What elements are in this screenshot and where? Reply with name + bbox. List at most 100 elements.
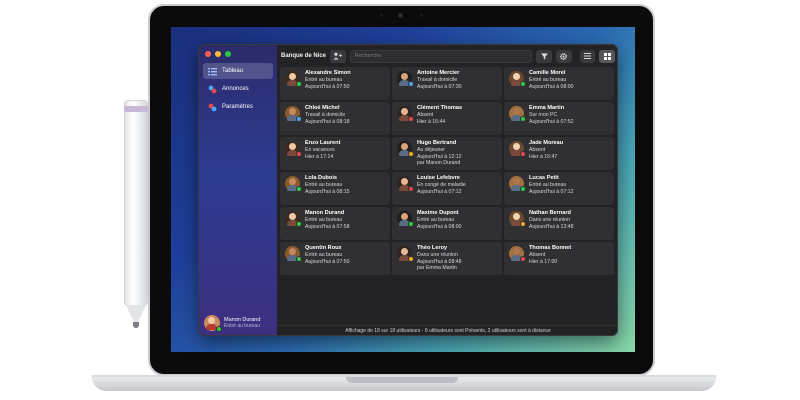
person-name: Lucas Petit xyxy=(529,175,559,181)
person-status: Entré au bureau xyxy=(305,252,343,258)
person-name: Antoine Mercier xyxy=(417,70,460,76)
sensor-dot xyxy=(380,14,383,17)
avatar xyxy=(397,141,414,157)
add-user-button[interactable] xyxy=(330,49,346,63)
status-badge xyxy=(408,186,414,192)
person-card[interactable]: Alexandre Simon Entré au bureau Aujourd'hu… xyxy=(280,67,390,100)
person-name: Nathan Bernard xyxy=(529,210,571,216)
status-badge xyxy=(296,151,302,157)
person-name: Hugo Bertrand xyxy=(417,140,457,146)
person-card[interactable]: Thomas Bonnet Absent Hier à 17:00 xyxy=(504,242,614,275)
person-time: Aujourd'hui à 07:50 xyxy=(305,258,350,265)
person-time: Aujourd'hui à 12:12 xyxy=(417,153,462,160)
settings-button[interactable] xyxy=(555,49,572,63)
avatar xyxy=(285,106,302,122)
sidebar: Tableau Annonces Paramètres Manon Durand… xyxy=(199,45,277,335)
person-card[interactable]: Lucas Petit Entré au bureau Aujourd'hui à … xyxy=(504,172,614,205)
person-card[interactable]: Louise Lefebvre En congé de maladie Aujour… xyxy=(392,172,502,205)
zoom-window-button[interactable] xyxy=(225,51,231,57)
status-badge xyxy=(408,256,414,262)
status-badge xyxy=(408,221,414,227)
person-time: Aujourd'hui à 08:48 xyxy=(417,258,462,265)
person-card[interactable]: Emma Martin Sur mon PC Aujourd'hui à 07:52 xyxy=(504,102,614,135)
status-badge xyxy=(408,151,414,157)
person-time: Aujourd'hui à 08:15 xyxy=(305,188,350,195)
person-card[interactable]: Théo Leroy Dans une réunion Aujourd'hui à … xyxy=(392,242,502,275)
search-input[interactable] xyxy=(349,49,533,63)
avatar xyxy=(509,106,526,122)
status-badge xyxy=(520,151,526,157)
organization-title: Banque de Nice xyxy=(281,53,327,59)
avatar xyxy=(397,106,414,122)
person-card[interactable]: Jade Moreau Absent Hier à 16:47 xyxy=(504,137,614,170)
status-badge xyxy=(296,186,302,192)
person-time: Aujourd'hui à 07:12 xyxy=(529,188,574,195)
person-name: Théo Leroy xyxy=(417,245,448,251)
app-window: Tableau Annonces Paramètres Manon Durand… xyxy=(198,44,618,336)
person-time: Hier à 16:44 xyxy=(417,118,446,125)
sidebar-item-annonces[interactable]: Annonces xyxy=(203,81,273,97)
status-badge xyxy=(296,81,302,87)
person-name: Thomas Bonnet xyxy=(529,245,572,251)
filter-icon xyxy=(540,53,548,59)
sidebar-item-label: Tableau xyxy=(222,68,244,74)
laptop-scene: Tableau Annonces Paramètres Manon Durand… xyxy=(0,0,800,400)
person-card[interactable]: Antoine Mercier Travail à domicile Aujourd… xyxy=(392,67,502,100)
person-time: Aujourd'hui à 07:58 xyxy=(305,223,350,230)
person-time: Aujourd'hui à 07:12 xyxy=(417,188,462,195)
sensor-dot xyxy=(420,14,423,17)
person-card[interactable]: Lola Dubois Entré au bureau Aujourd'hui à … xyxy=(280,172,390,205)
grid-view-button[interactable] xyxy=(599,49,615,63)
person-time: Hier à 16:47 xyxy=(529,153,558,160)
person-status: Dans une réunion xyxy=(529,217,570,223)
person-name: Alexandre Simon xyxy=(305,70,351,76)
person-updated-by: par Emma Martin xyxy=(417,265,457,272)
avatar xyxy=(509,71,526,87)
avatar xyxy=(285,71,302,87)
avatar xyxy=(397,176,414,192)
status-badge xyxy=(408,116,414,122)
person-card[interactable]: Camille Morel Entré au bureau Aujourd'hui … xyxy=(504,67,614,100)
person-card[interactable]: Maxime Dupont Entré au bureau Aujourd'hui … xyxy=(392,207,502,240)
person-card[interactable]: Quentin Roux Entré au bureau Aujourd'hui à… xyxy=(280,242,390,275)
status-badge xyxy=(408,81,414,87)
person-name: Chloé Michel xyxy=(305,105,340,111)
person-status: Absent xyxy=(417,112,434,118)
current-user[interactable]: Manon Durand Entré au bureau xyxy=(204,315,260,332)
person-card[interactable]: Nathan Bernard Dans une réunion Aujourd'hu… xyxy=(504,207,614,240)
filter-button[interactable] xyxy=(536,49,552,63)
person-card[interactable]: Clément Thomas Absent Hier à 16:44 xyxy=(392,102,502,135)
person-status: Entré au bureau xyxy=(305,182,343,188)
person-name: Enzo Laurent xyxy=(305,140,341,146)
person-card[interactable]: Chloé Michel Travail à domicile Aujourd'hu… xyxy=(280,102,390,135)
status-badge xyxy=(520,81,526,87)
avatar xyxy=(397,71,414,87)
person-status: Entré au bureau xyxy=(305,217,343,223)
list-view-button[interactable] xyxy=(579,49,596,63)
person-name: Lola Dubois xyxy=(305,175,338,181)
current-user-status: Entré au bureau xyxy=(224,323,260,329)
window-controls xyxy=(205,51,231,57)
person-card[interactable]: Manon Durand Entré au bureau Aujourd'hui à… xyxy=(280,207,390,240)
person-updated-by: par Manon Durand xyxy=(417,160,461,167)
minimize-window-button[interactable] xyxy=(215,51,221,57)
sidebar-item-parametres[interactable]: Paramètres xyxy=(203,99,273,115)
person-status: Absent xyxy=(529,252,546,258)
person-name: Quentin Roux xyxy=(305,245,342,251)
dashboard-icon xyxy=(208,67,217,76)
person-card[interactable]: Enzo Laurent En vacances Hier à 17:14 xyxy=(280,137,390,170)
status-badge xyxy=(296,256,302,262)
person-name: Camille Morel xyxy=(529,70,566,76)
status-footer: Affichage de 18 sur 18 utilisateurs · 8 … xyxy=(277,325,617,335)
close-window-button[interactable] xyxy=(205,51,211,57)
sidebar-nav: Tableau Annonces Paramètres xyxy=(203,63,273,117)
status-badge xyxy=(520,116,526,122)
person-status: Sur mon PC xyxy=(529,112,558,118)
person-time: Aujourd'hui à 07:30 xyxy=(417,83,462,90)
avatar xyxy=(509,176,526,192)
person-card[interactable]: Hugo Bertrand Au déjeuner Aujourd'hui à 12… xyxy=(392,137,502,170)
person-status: Absent xyxy=(529,147,546,153)
person-status: En congé de maladie xyxy=(417,182,466,188)
sidebar-item-tableau[interactable]: Tableau xyxy=(203,63,273,79)
status-badge xyxy=(520,221,526,227)
